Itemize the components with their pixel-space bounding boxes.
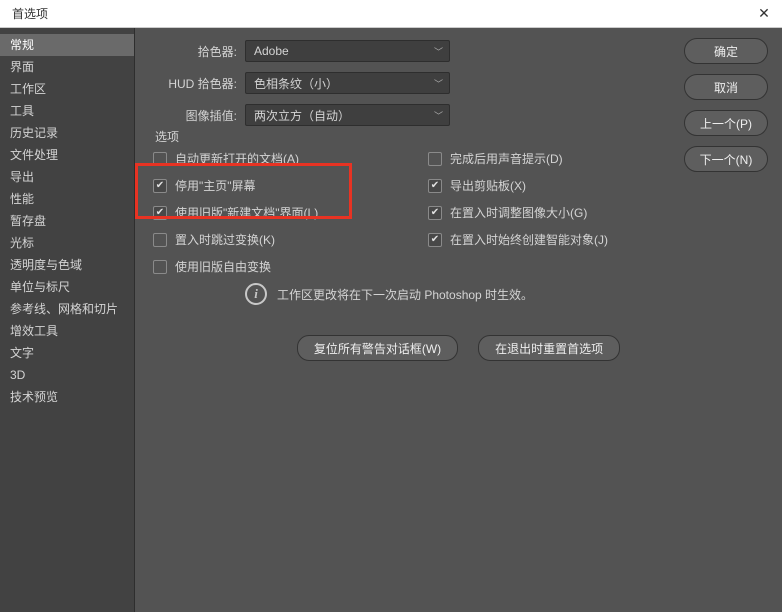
picker-select[interactable]: Adobe ﹀ xyxy=(245,40,450,62)
checkbox-icon[interactable]: ✔ xyxy=(428,179,442,193)
sidebar-item-scratch-disks[interactable]: 暂存盘 xyxy=(0,210,134,232)
option-auto-update[interactable]: ✔ 自动更新打开的文档(A) xyxy=(153,150,428,167)
option-skip-transform[interactable]: ✔ 置入时跳过变换(K) xyxy=(153,231,428,248)
interp-row: 图像插值: 两次立方（自动） ﹀ xyxy=(145,104,772,126)
option-label: 导出剪贴板(X) xyxy=(450,177,526,194)
sidebar: 常规 界面 工作区 工具 历史记录 文件处理 导出 性能 暂存盘 光标 透明度与… xyxy=(0,28,135,612)
sidebar-item-guides[interactable]: 参考线、网格和切片 xyxy=(0,298,134,320)
hud-picker-value: 色相条纹（小） xyxy=(254,75,338,92)
checkbox-icon[interactable]: ✔ xyxy=(153,206,167,220)
chevron-down-icon: ﹀ xyxy=(434,109,443,122)
options-legend: 选项 xyxy=(153,128,181,145)
option-label: 使用旧版"新建文档"界面(L) xyxy=(175,204,318,221)
sidebar-item-interface[interactable]: 界面 xyxy=(0,56,134,78)
picker-row: 拾色器: Adobe ﹀ xyxy=(145,40,772,62)
option-label: 使用旧版自由变换 xyxy=(175,258,271,275)
dialog-buttons: 确定 取消 上一个(P) 下一个(N) xyxy=(684,38,768,172)
checkbox-icon[interactable]: ✔ xyxy=(153,152,167,166)
sidebar-item-type[interactable]: 文字 xyxy=(0,342,134,364)
sidebar-item-tech-preview[interactable]: 技术预览 xyxy=(0,386,134,408)
chevron-down-icon: ﹀ xyxy=(434,45,443,58)
option-legacy-free-transform[interactable]: ✔ 使用旧版自由变换 xyxy=(153,258,428,275)
close-icon[interactable]: ✕ xyxy=(754,4,774,24)
sidebar-item-plugins[interactable]: 增效工具 xyxy=(0,320,134,342)
option-export-clipboard[interactable]: ✔ 导出剪贴板(X) xyxy=(428,177,772,194)
sidebar-item-cursors[interactable]: 光标 xyxy=(0,232,134,254)
option-smart-object-on-place[interactable]: ✔ 在置入时始终创建智能对象(J) xyxy=(428,231,772,248)
options-fieldset: 选项 ✔ 自动更新打开的文档(A) ✔ 完成后用声音提示(D) ✔ 停用"主页"… xyxy=(145,136,772,373)
checkbox-icon[interactable]: ✔ xyxy=(153,179,167,193)
sidebar-item-file-handling[interactable]: 文件处理 xyxy=(0,144,134,166)
preferences-dialog: 常规 界面 工作区 工具 历史记录 文件处理 导出 性能 暂存盘 光标 透明度与… xyxy=(0,28,782,612)
picker-value: Adobe xyxy=(254,44,289,58)
option-disable-home[interactable]: ✔ 停用"主页"屏幕 xyxy=(153,177,428,194)
titlebar: 首选项 ✕ xyxy=(0,0,782,28)
option-label: 自动更新打开的文档(A) xyxy=(175,150,299,167)
picker-label: 拾色器: xyxy=(145,43,237,60)
checkbox-icon[interactable]: ✔ xyxy=(428,206,442,220)
sidebar-item-3d[interactable]: 3D xyxy=(0,364,134,386)
reset-on-quit-button[interactable]: 在退出时重置首选项 xyxy=(478,335,620,361)
sidebar-item-workspace[interactable]: 工作区 xyxy=(0,78,134,100)
prev-button[interactable]: 上一个(P) xyxy=(684,110,768,136)
option-label: 在置入时始终创建智能对象(J) xyxy=(450,231,608,248)
checkbox-icon[interactable]: ✔ xyxy=(153,260,167,274)
sidebar-item-units[interactable]: 单位与标尺 xyxy=(0,276,134,298)
checkbox-icon[interactable]: ✔ xyxy=(428,152,442,166)
info-text: 工作区更改将在下一次启动 Photoshop 时生效。 xyxy=(277,286,533,303)
interp-value: 两次立方（自动） xyxy=(254,107,350,124)
option-resize-on-place[interactable]: ✔ 在置入时调整图像大小(G) xyxy=(428,204,772,221)
options-grid: ✔ 自动更新打开的文档(A) ✔ 完成后用声音提示(D) ✔ 停用"主页"屏幕 … xyxy=(145,150,772,275)
hud-picker-select[interactable]: 色相条纹（小） ﹀ xyxy=(245,72,450,94)
sidebar-item-performance[interactable]: 性能 xyxy=(0,188,134,210)
sidebar-item-history[interactable]: 历史记录 xyxy=(0,122,134,144)
ok-button[interactable]: 确定 xyxy=(684,38,768,64)
interp-label: 图像插值: xyxy=(145,107,237,124)
window-title: 首选项 xyxy=(8,5,48,22)
reset-warnings-button[interactable]: 复位所有警告对话框(W) xyxy=(297,335,458,361)
sidebar-item-export[interactable]: 导出 xyxy=(0,166,134,188)
option-label: 完成后用声音提示(D) xyxy=(450,150,563,167)
checkbox-icon[interactable]: ✔ xyxy=(153,233,167,247)
hud-picker-row: HUD 拾色器: 色相条纹（小） ﹀ xyxy=(145,72,772,94)
sidebar-item-general[interactable]: 常规 xyxy=(0,34,134,56)
content-panel: 拾色器: Adobe ﹀ HUD 拾色器: 色相条纹（小） ﹀ 图像插值: 两次… xyxy=(135,28,782,612)
option-label: 停用"主页"屏幕 xyxy=(175,177,256,194)
chevron-down-icon: ﹀ xyxy=(434,77,443,90)
option-label: 在置入时调整图像大小(G) xyxy=(450,204,587,221)
sidebar-item-transparency[interactable]: 透明度与色域 xyxy=(0,254,134,276)
hud-picker-label: HUD 拾色器: xyxy=(145,75,237,92)
sidebar-item-tools[interactable]: 工具 xyxy=(0,100,134,122)
info-icon: i xyxy=(245,283,267,305)
option-label: 置入时跳过变换(K) xyxy=(175,231,275,248)
checkbox-icon[interactable]: ✔ xyxy=(428,233,442,247)
cancel-button[interactable]: 取消 xyxy=(684,74,768,100)
next-button[interactable]: 下一个(N) xyxy=(684,146,768,172)
info-row: i 工作区更改将在下一次启动 Photoshop 时生效。 xyxy=(145,275,772,305)
option-legacy-new-doc[interactable]: ✔ 使用旧版"新建文档"界面(L) xyxy=(153,204,428,221)
bottom-buttons: 复位所有警告对话框(W) 在退出时重置首选项 xyxy=(145,335,772,361)
interp-select[interactable]: 两次立方（自动） ﹀ xyxy=(245,104,450,126)
